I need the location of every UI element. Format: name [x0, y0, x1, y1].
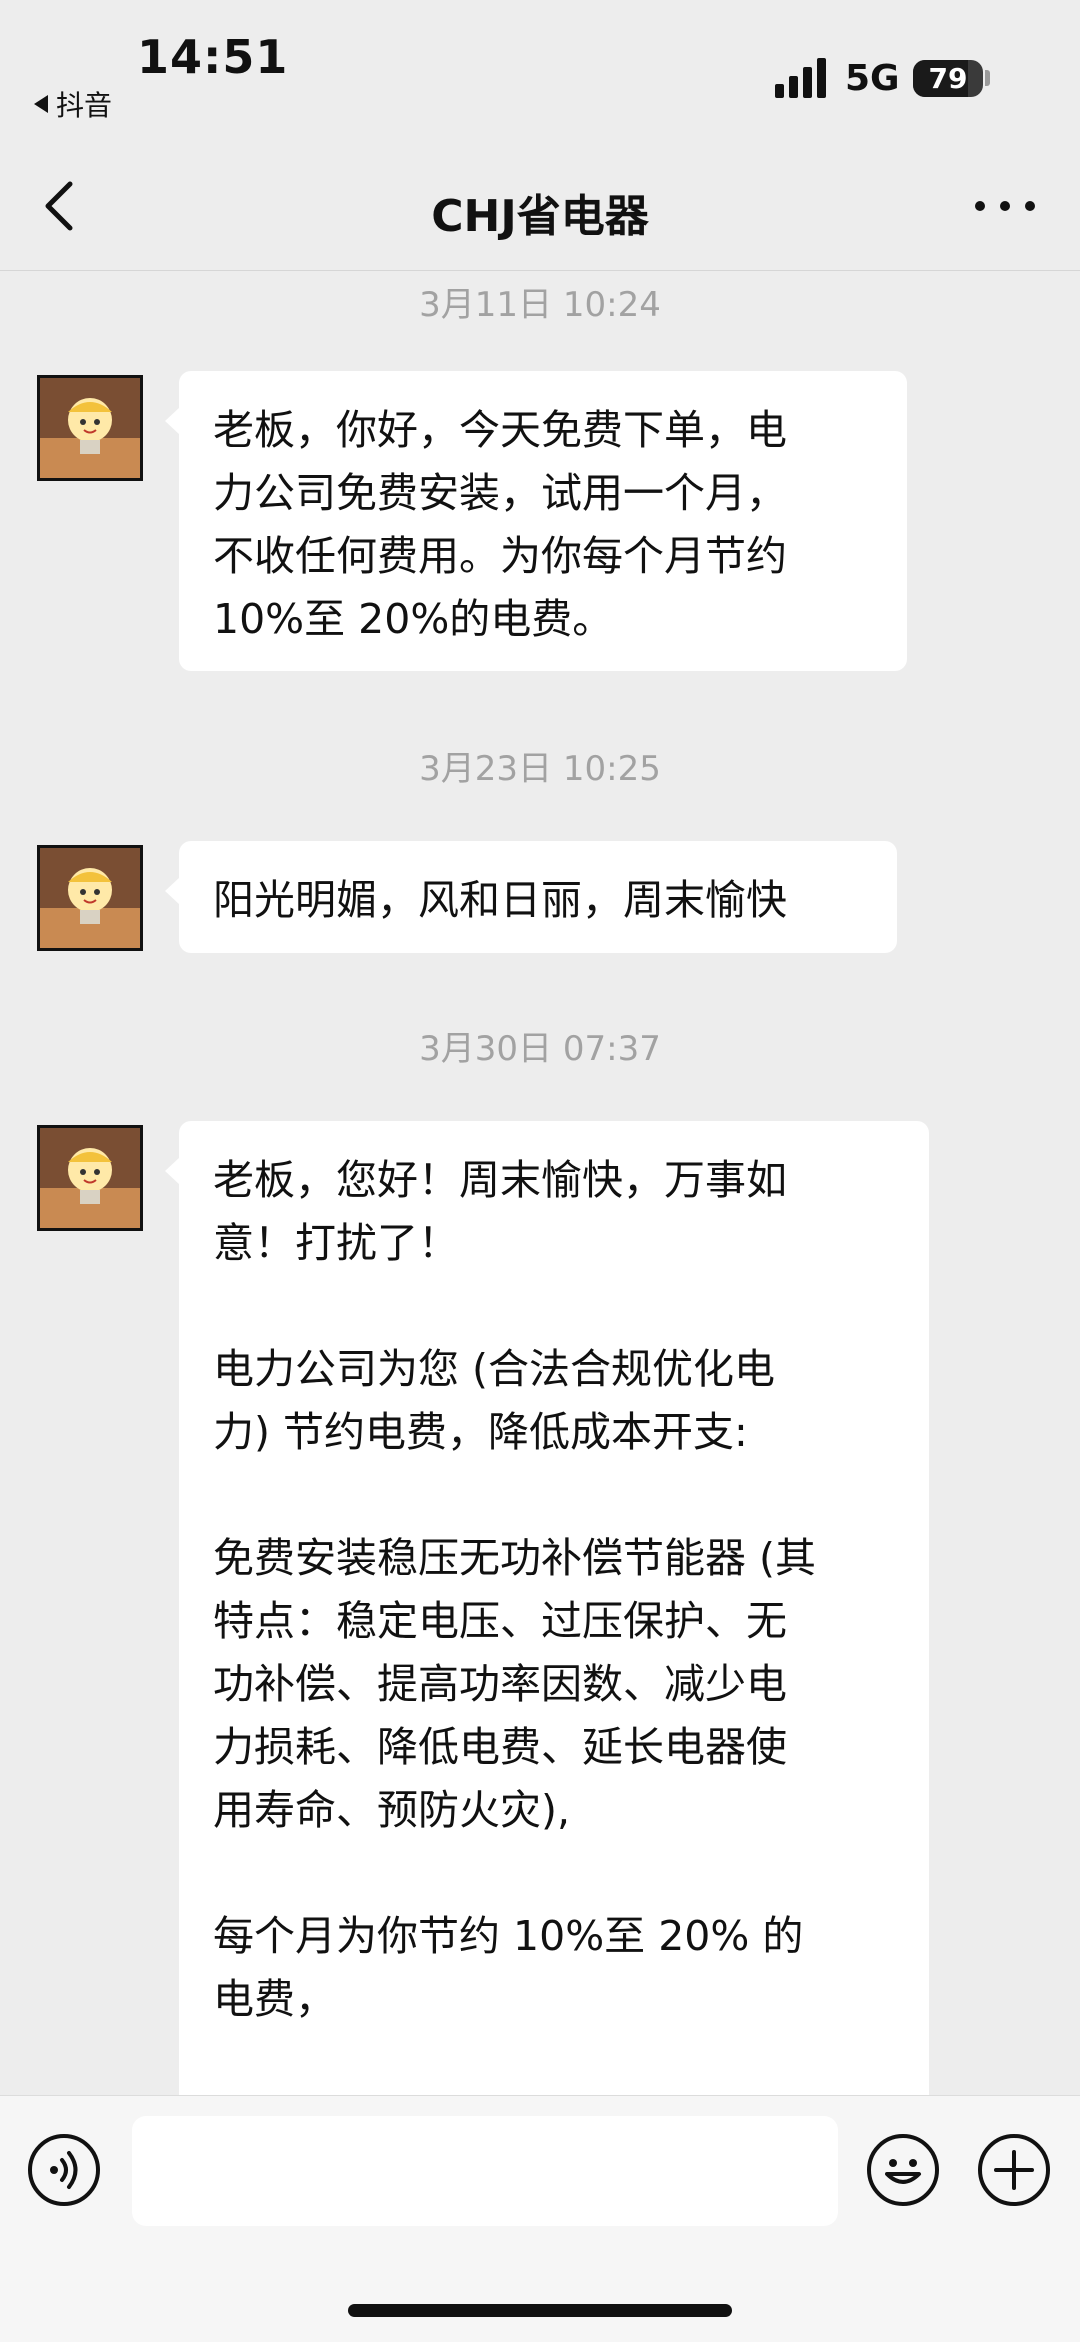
back-to-app-link[interactable]: 抖音: [34, 84, 112, 124]
network-type: 5G: [845, 58, 900, 99]
battery-percent: 79: [928, 62, 968, 95]
message-bubble[interactable]: 老板，你好，今天免费下单，电 力公司免费安装，试用一个月， 不收任何费用。为你每…: [165, 371, 907, 671]
more-options-icon[interactable]: [975, 196, 1035, 216]
message-bubble[interactable]: 老板，您好！周末愉快，万事如 意！打扰了！ 电力公司为您 (合法合规优化电 力)…: [165, 1121, 929, 2095]
plus-icon: [994, 2150, 1034, 2190]
status-bar: 14:51 抖音 5G 79: [0, 0, 1080, 140]
cellular-signal-icon: [775, 58, 826, 98]
chat-header: CHJ省电器: [0, 140, 1080, 271]
message-input[interactable]: [132, 2116, 838, 2226]
back-triangle-icon: [34, 95, 48, 113]
battery-tip: [985, 70, 990, 86]
more-dot: [1025, 201, 1035, 211]
sender-avatar[interactable]: [37, 845, 143, 951]
voice-icon: [50, 2151, 78, 2189]
status-time: 14:51: [137, 30, 289, 84]
emoji-button[interactable]: [867, 2134, 939, 2206]
emoji-icon: [885, 2159, 921, 2184]
message-timestamp: 3月11日 10:24: [419, 285, 661, 325]
sender-avatar[interactable]: [37, 375, 143, 481]
lightbulb-mascot-icon: [40, 848, 140, 948]
message-timestamp: 3月23日 10:25: [419, 749, 661, 789]
voice-input-button[interactable]: [28, 2134, 100, 2206]
message-timestamp: 3月30日 07:37: [419, 1029, 661, 1069]
back-app-label: 抖音: [56, 89, 113, 122]
chat-title: CHJ省电器: [431, 191, 649, 242]
lightbulb-mascot-icon: [40, 378, 140, 478]
battery-icon: 79: [913, 60, 983, 97]
home-indicator[interactable]: [348, 2304, 732, 2317]
more-dot: [975, 201, 985, 211]
message-list[interactable]: 3月11日 10:24 老板，你好，今天免费下单，电 力公司免费安装，试用一个月…: [0, 271, 1080, 2095]
sender-avatar[interactable]: [37, 1125, 143, 1231]
more-dot: [1000, 201, 1010, 211]
message-bubble[interactable]: 阳光明媚，风和日丽，周末愉快: [165, 841, 897, 953]
more-functions-button[interactable]: [978, 2134, 1050, 2206]
lightbulb-mascot-icon: [40, 1128, 140, 1228]
